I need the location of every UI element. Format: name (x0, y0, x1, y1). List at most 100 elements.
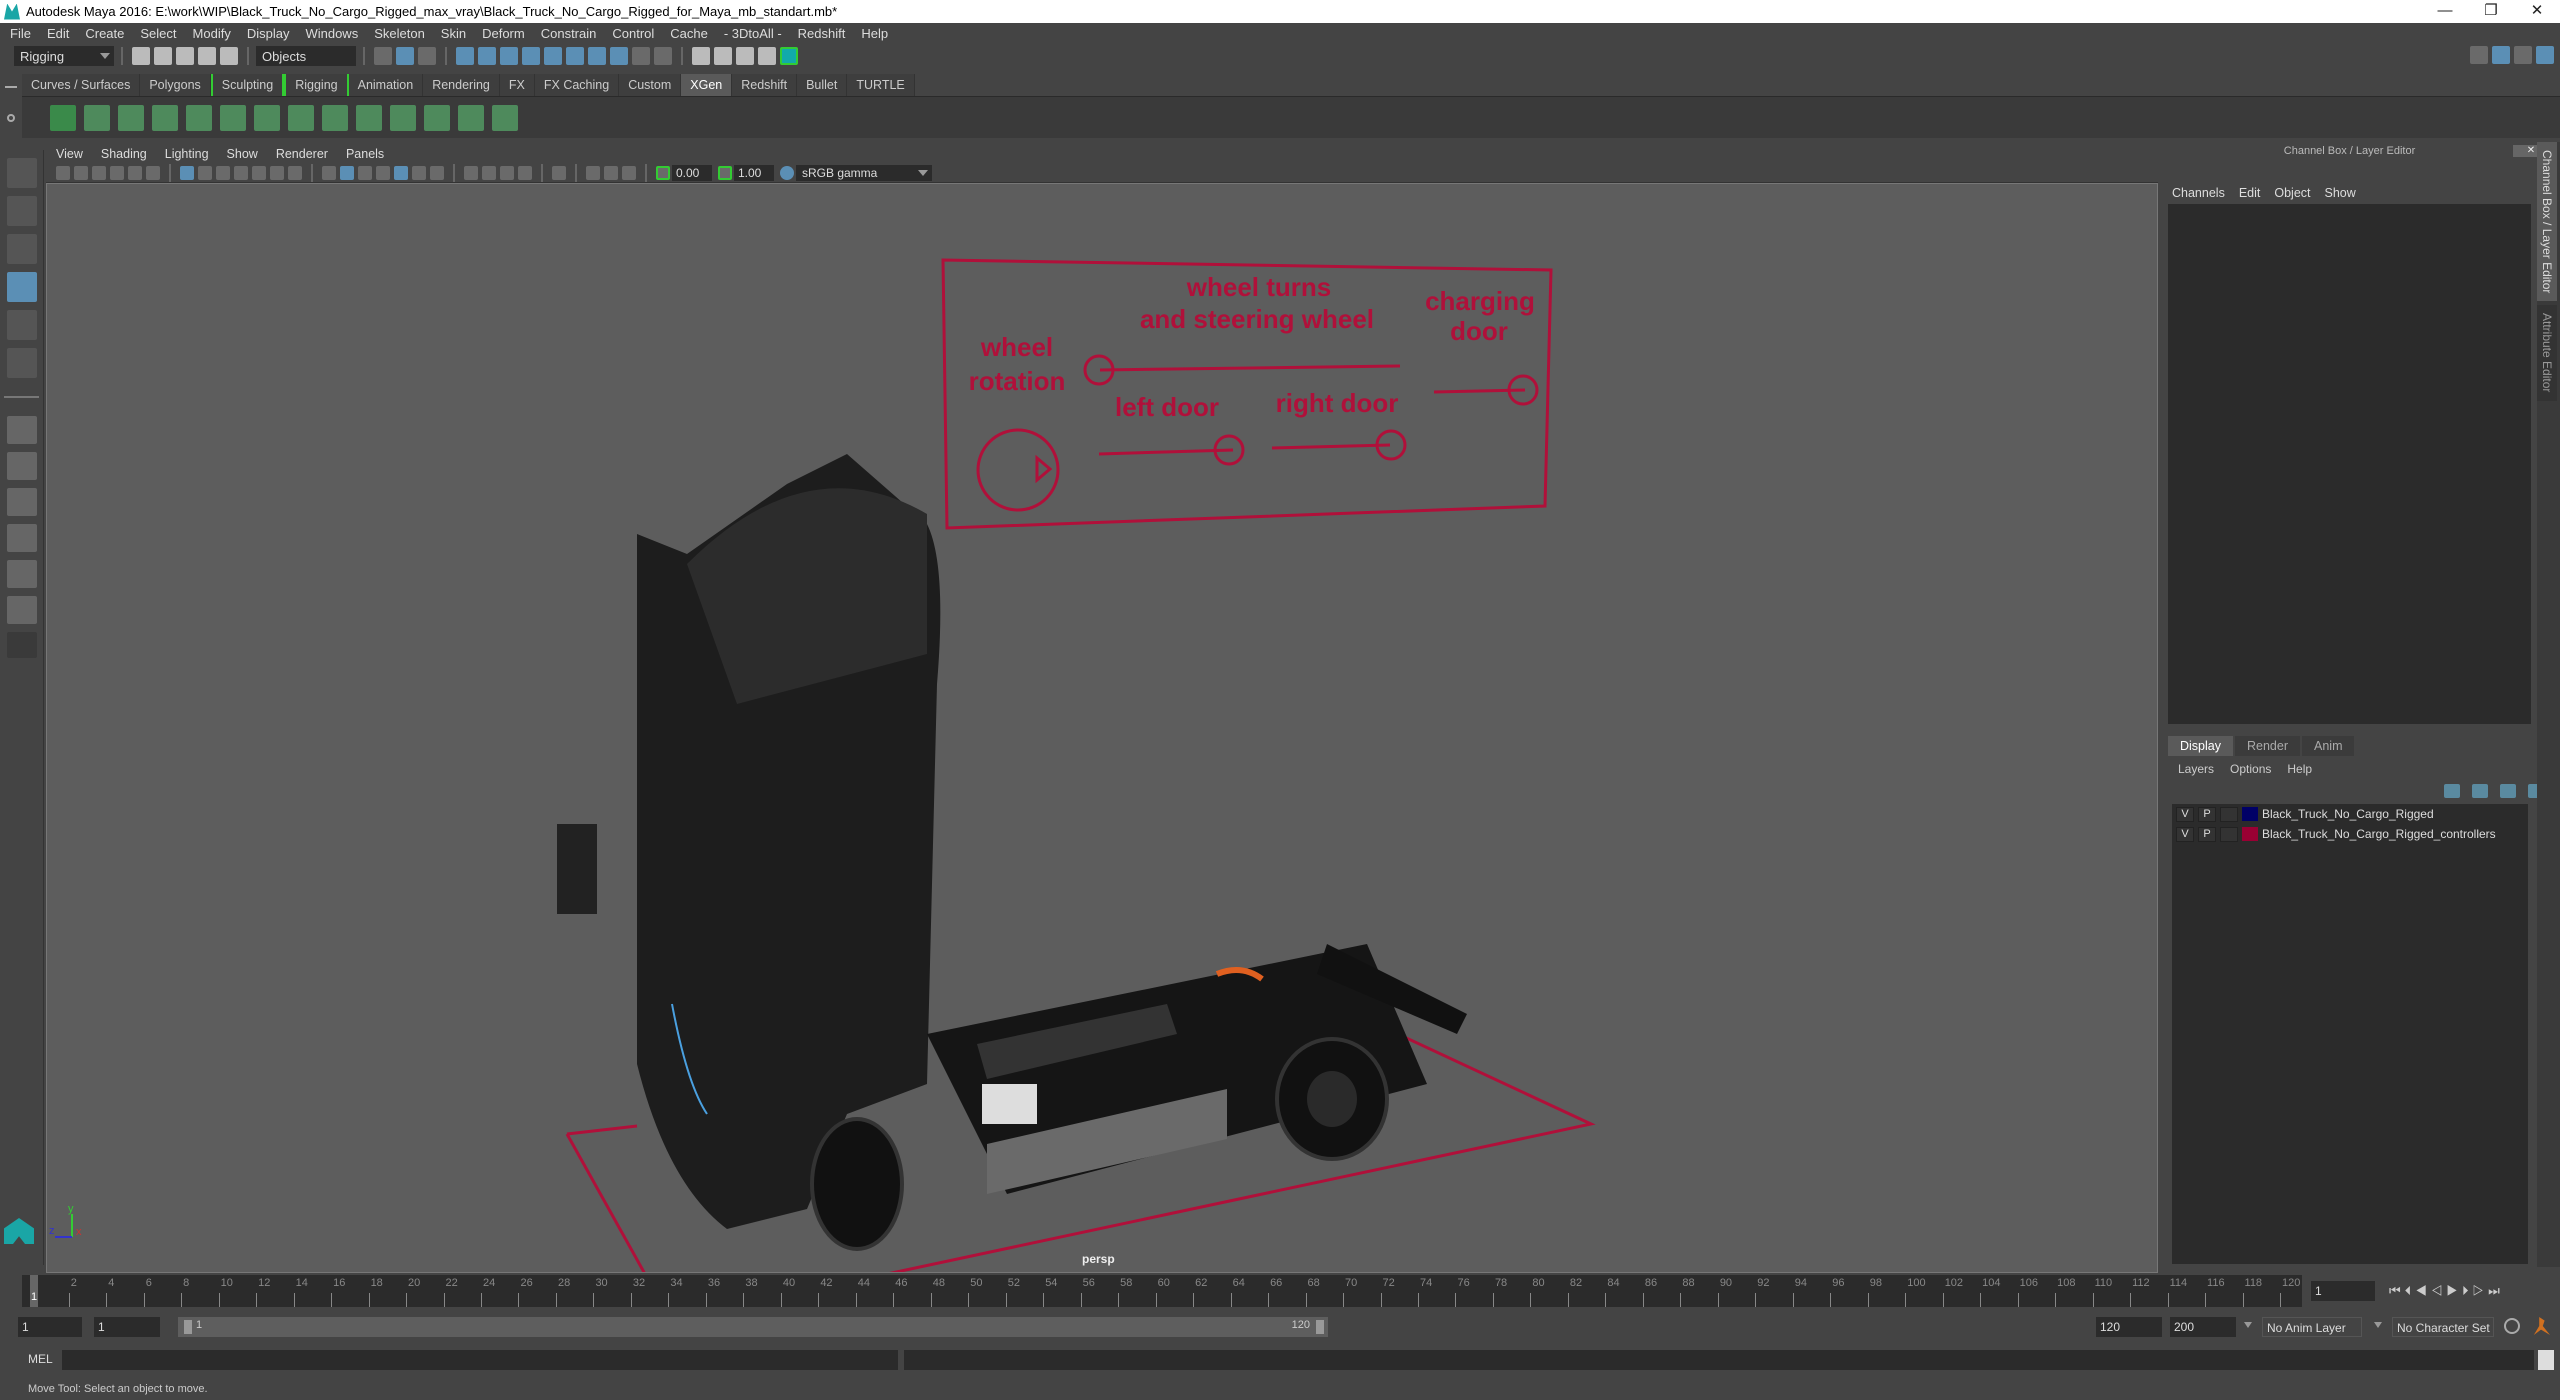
shelf-tab-rendering[interactable]: Rendering (423, 74, 500, 96)
add-single-guide-icon[interactable] (220, 104, 246, 131)
xgen-editor-icon[interactable] (50, 104, 76, 131)
panel-menu-view[interactable]: View (56, 147, 83, 161)
shelf-tab-polygons[interactable]: Polygons (140, 74, 211, 96)
undo-icon[interactable] (198, 47, 216, 65)
xray-icon[interactable] (376, 165, 390, 180)
persp-graph-layout-icon[interactable] (7, 524, 37, 552)
script-editor-icon[interactable] (2538, 1350, 2554, 1370)
ambient-occlusion-icon[interactable] (464, 165, 478, 180)
motion-blur-icon[interactable] (482, 165, 496, 180)
close-panel-icon[interactable]: ✕ (2525, 145, 2537, 157)
3d-viewport[interactable]: wheel turns and steering wheel charging … (46, 183, 2158, 1273)
play-forwards-icon[interactable]: ▶ (2446, 1283, 2462, 1298)
guide-density-icon[interactable] (356, 104, 382, 131)
move-tool-icon[interactable] (7, 272, 37, 302)
help-icon[interactable] (610, 47, 628, 65)
snap-projected-icon[interactable] (588, 47, 606, 65)
shelf-tab-bullet[interactable]: Bullet (797, 74, 848, 96)
side-tab-attribute-editor[interactable]: Attribute Editor (2537, 305, 2557, 401)
shelf-tab-custom[interactable]: Custom (619, 74, 682, 96)
layer-row[interactable]: V P Black_Truck_No_Cargo_Rigged_controller… (2172, 824, 2528, 844)
shelf-tab-rigging[interactable]: Rigging (284, 74, 349, 96)
select-tool-icon[interactable] (7, 158, 37, 188)
image-plane-icon[interactable] (110, 165, 124, 180)
channel-box-area[interactable] (2168, 204, 2531, 724)
ipr-render-icon[interactable] (736, 47, 754, 65)
layer-visibility-toggle[interactable]: V (2176, 806, 2194, 822)
select-camera-icon[interactable] (56, 165, 70, 180)
snap-point-icon[interactable] (500, 47, 518, 65)
anti-aliasing-icon[interactable] (500, 165, 514, 180)
menu-modify[interactable]: Modify (193, 26, 231, 41)
snap-live-icon[interactable] (544, 47, 562, 65)
exposure-icon[interactable] (656, 165, 670, 180)
xgen-clear-icon[interactable] (118, 104, 144, 131)
add-guide-icon[interactable] (152, 104, 178, 131)
character-set-dropdown[interactable]: No Character Set (2392, 1317, 2494, 1337)
safe-title-icon[interactable] (288, 165, 302, 180)
menu-3dtoall[interactable]: - 3DtoAll - (724, 26, 782, 41)
range-start-handle[interactable] (184, 1320, 192, 1334)
snap-grid-icon[interactable] (456, 47, 474, 65)
range-end-handle[interactable] (1316, 1320, 1324, 1334)
close-button[interactable]: ✕ (2514, 0, 2560, 23)
go-to-start-icon[interactable]: ⏮ (2389, 1283, 2405, 1298)
snap-vertex-icon[interactable] (566, 47, 584, 65)
command-input[interactable] (62, 1350, 898, 1370)
persp-hypershade-layout-icon[interactable] (7, 560, 37, 588)
menu-help[interactable]: Help (861, 26, 888, 41)
render-frame-icon[interactable] (714, 47, 732, 65)
xgen-preview-icon[interactable] (84, 104, 110, 131)
wireframe-on-shaded-icon[interactable] (358, 165, 372, 180)
move-layer-down-icon[interactable] (2472, 784, 2488, 798)
layer-menu-layers[interactable]: Layers (2178, 762, 2214, 776)
guide-select-icon[interactable] (424, 104, 450, 131)
2d-pan-zoom-icon[interactable] (128, 165, 142, 180)
range-slider[interactable]: 1 120 (178, 1317, 1328, 1337)
shelf-tab-curves-surfaces[interactable]: Curves / Surfaces (22, 74, 141, 96)
grease-pencil-icon[interactable] (146, 165, 160, 180)
menu-windows[interactable]: Windows (305, 26, 358, 41)
persp-outliner-graph-layout-icon[interactable] (7, 596, 37, 624)
xgen-delete-icon[interactable] (492, 104, 518, 131)
step-back-frame-icon[interactable]: ◀ (2415, 1283, 2431, 1298)
manipulator-axis-icon[interactable] (2483, 164, 2497, 178)
rotate-tool-icon[interactable] (7, 310, 37, 340)
resolution-gate-icon[interactable] (216, 165, 230, 180)
snap-curve-icon[interactable] (478, 47, 496, 65)
character-set-chevron-icon[interactable] (2374, 1322, 2382, 1328)
save-scene-icon[interactable] (176, 47, 194, 65)
animation-end-field[interactable]: 200 (2170, 1317, 2236, 1337)
channel-box-toggle-icon[interactable] (2536, 46, 2554, 64)
anim-layer-dropdown[interactable]: No Anim Layer (2262, 1317, 2362, 1337)
selection-mode-dropdown[interactable]: Objects (256, 46, 356, 66)
menu-create[interactable]: Create (85, 26, 124, 41)
shelf-menu-icon[interactable] (5, 86, 17, 88)
auto-key-icon[interactable] (2504, 1318, 2520, 1334)
render-settings-icon[interactable] (758, 47, 776, 65)
guide-sculpt-icon[interactable] (322, 104, 348, 131)
move-guide-icon[interactable] (186, 104, 212, 131)
film-gate-icon[interactable] (198, 165, 212, 180)
snap-view-plane-icon[interactable] (522, 47, 540, 65)
playback-end-field[interactable]: 120 (2096, 1317, 2162, 1337)
menu-constrain[interactable]: Constrain (541, 26, 597, 41)
select-by-object-type-icon[interactable] (396, 47, 414, 65)
time-slider[interactable]: 1 2 4 6 8 10 12 14 16 18 20 22 24 26 28 30 32 34 36 38 40 42… (22, 1275, 2302, 1307)
select-by-hierarchy-icon[interactable] (374, 47, 392, 65)
lasso-tool-icon[interactable] (7, 196, 37, 226)
layer-tab-render[interactable]: Render (2235, 736, 2300, 756)
shelf-settings-gear-icon[interactable] (7, 114, 15, 122)
layer-visibility-toggle[interactable]: V (2176, 826, 2194, 842)
menu-select[interactable]: Select (140, 26, 176, 41)
channel-box-menu-object[interactable]: Object (2274, 186, 2310, 200)
isolate-select-icon[interactable] (552, 165, 566, 180)
maximize-button[interactable]: ❐ (2468, 0, 2514, 23)
lock-guide-icon[interactable] (288, 104, 314, 131)
panel-menu-renderer[interactable]: Renderer (276, 147, 328, 161)
attribute-editor-toggle-icon[interactable] (2492, 46, 2510, 64)
guide-pivot-icon[interactable] (254, 104, 280, 131)
layer-color-swatch[interactable] (2242, 807, 2258, 821)
more-layouts-icon[interactable] (7, 632, 37, 658)
move-layer-up-icon[interactable] (2444, 784, 2460, 798)
